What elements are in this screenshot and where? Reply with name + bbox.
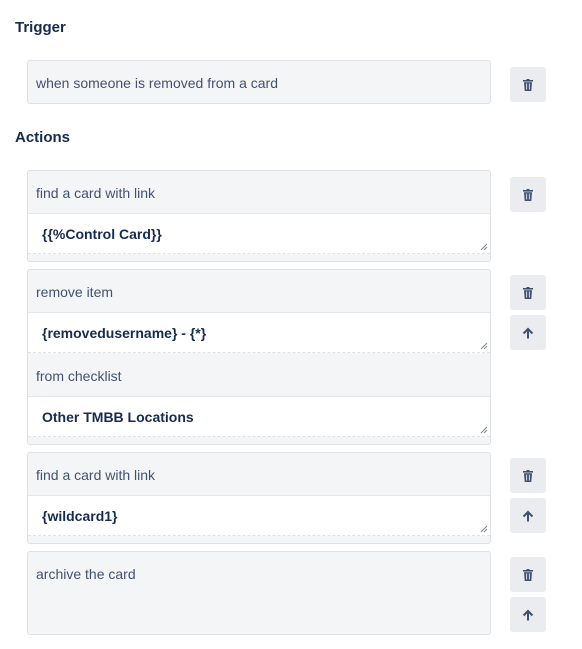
trash-icon [523,568,533,581]
action-4-delete-button[interactable] [510,557,546,592]
action-2-text: remove item [36,284,114,300]
trash-icon [523,78,533,91]
action-3-link-field[interactable]: {wildcard1} [28,495,490,536]
action-2-text-2: from checklist [36,368,122,384]
action-card-3[interactable]: find a card with link {wildcard1} [27,452,491,544]
action-3-move-up-button[interactable] [510,498,546,533]
resize-grip-icon [480,525,488,533]
action-3-delete-button[interactable] [510,458,546,493]
action-2-item-field[interactable]: {removedusername} - {*} [28,312,490,353]
action-2-delete-button[interactable] [510,275,546,310]
arrow-up-icon [522,327,534,338]
arrow-up-icon [522,510,534,521]
trash-icon [523,469,533,482]
resize-grip-icon [480,243,488,251]
trash-icon [523,286,533,299]
action-card-2[interactable]: remove item {removedusername} - {*} from… [27,269,491,445]
action-2-checklist-value: Other TMBB Locations [42,409,194,425]
trash-icon [523,188,533,201]
action-1-text: find a card with link [36,185,156,201]
trigger-box[interactable]: when someone is removed from a card [27,60,491,104]
action-3-text: find a card with link [36,467,156,483]
trigger-text: when someone is removed from a card [36,75,278,91]
arrow-up-icon [522,609,534,620]
action-1-link-field[interactable]: {{%Control Card}} [28,213,490,254]
action-4-text: archive the card [36,566,136,582]
actions-heading: Actions [15,129,71,146]
action-2-item-value: {removedusername} - {*} [42,325,207,341]
action-1-delete-button[interactable] [510,177,546,212]
action-2-checklist-field[interactable]: Other TMBB Locations [28,396,490,437]
trigger-heading: Trigger [15,19,66,36]
action-card-1[interactable]: find a card with link {{%Control Card}} [27,170,491,262]
action-3-link-value: {wildcard1} [42,508,118,524]
resize-grip-icon [480,342,488,350]
resize-grip-icon [480,426,488,434]
action-2-move-up-button[interactable] [510,315,546,350]
trigger-delete-button[interactable] [510,67,546,102]
action-card-4[interactable]: archive the card [27,551,491,635]
action-4-move-up-button[interactable] [510,597,546,632]
action-1-link-value: {{%Control Card}} [42,226,162,242]
